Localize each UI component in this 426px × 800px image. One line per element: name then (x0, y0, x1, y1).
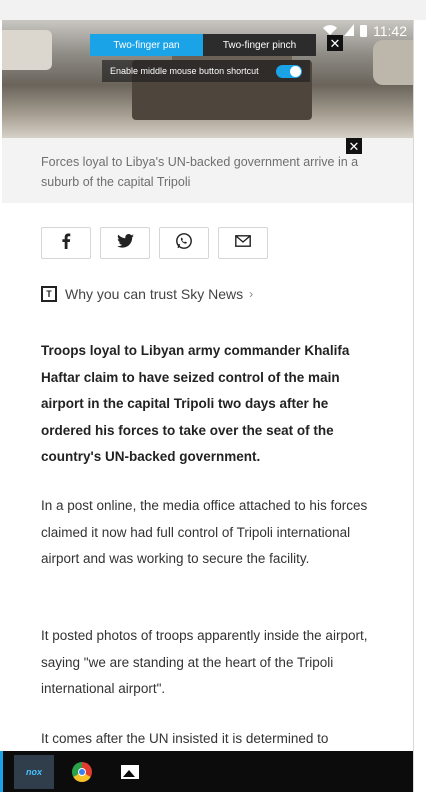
close-icon[interactable]: ✕ (346, 138, 362, 154)
trust-text: Why you can trust Sky News (65, 286, 244, 302)
battery-icon (360, 25, 367, 37)
article-lead: Troops loyal to Libyan army commander Kh… (41, 343, 350, 464)
twitter-icon (116, 233, 134, 253)
two-finger-pan-option[interactable]: Two-finger pan (90, 34, 203, 56)
middle-mouse-shortcut-row: Enable middle mouse button shortcut (102, 60, 310, 82)
share-whatsapp-button[interactable] (159, 227, 209, 259)
gesture-mode-bar: Two-finger pan Two-finger pinch (90, 34, 316, 56)
whatsapp-icon (175, 232, 193, 255)
phone-screen: 11:42 Two-finger pan Two-finger pinch ✕ … (2, 20, 413, 792)
gallery-icon (121, 764, 139, 779)
trust-icon: T (41, 286, 57, 302)
article-paragraph: It posted photos of troops apparently in… (41, 628, 368, 696)
article-paragraph: In a post online, the media office attac… (41, 498, 368, 566)
nox-logo: nox (25, 766, 42, 777)
window-right-edge (413, 20, 426, 800)
hero-car-left (2, 30, 52, 70)
share-buttons (41, 227, 268, 259)
image-caption: Forces loyal to Libya's UN-backed govern… (41, 155, 359, 189)
gallery-app-button[interactable] (110, 755, 150, 789)
hero-car-right (373, 40, 413, 85)
bottom-frame (0, 792, 426, 800)
facebook-icon (61, 233, 71, 254)
article-paragraph: It comes after the UN insisted it is det… (41, 731, 329, 746)
shortcut-label: Enable middle mouse button shortcut (110, 66, 259, 76)
trust-link[interactable]: T Why you can trust Sky News › (41, 286, 253, 302)
taskbar: nox (0, 751, 413, 792)
email-icon (235, 234, 251, 252)
window-top-frame (0, 0, 426, 20)
share-twitter-button[interactable] (100, 227, 150, 259)
chevron-right-icon: › (249, 287, 254, 301)
taskbar-edge-indicator (0, 751, 3, 792)
wifi-icon (322, 24, 338, 39)
chrome-icon (72, 761, 92, 782)
signal-icon (344, 23, 354, 39)
share-email-button[interactable] (218, 227, 268, 259)
status-bar: 11:42 (287, 20, 413, 42)
clock: 11:42 (373, 23, 407, 39)
shortcut-toggle[interactable] (276, 64, 302, 78)
share-facebook-button[interactable] (41, 227, 91, 259)
nox-app-button[interactable]: nox (14, 754, 54, 789)
chrome-app-button[interactable] (62, 755, 102, 789)
